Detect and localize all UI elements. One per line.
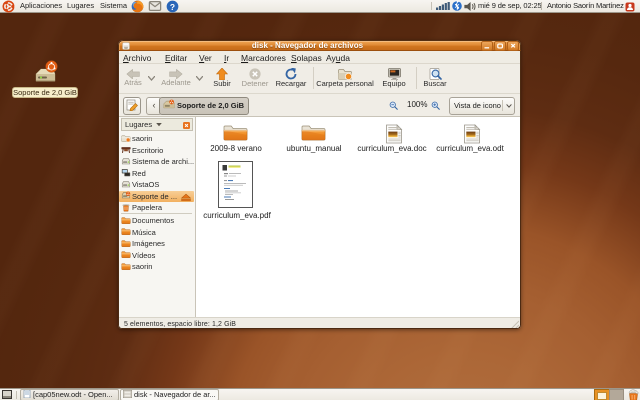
svg-text:?: ? <box>170 2 175 12</box>
